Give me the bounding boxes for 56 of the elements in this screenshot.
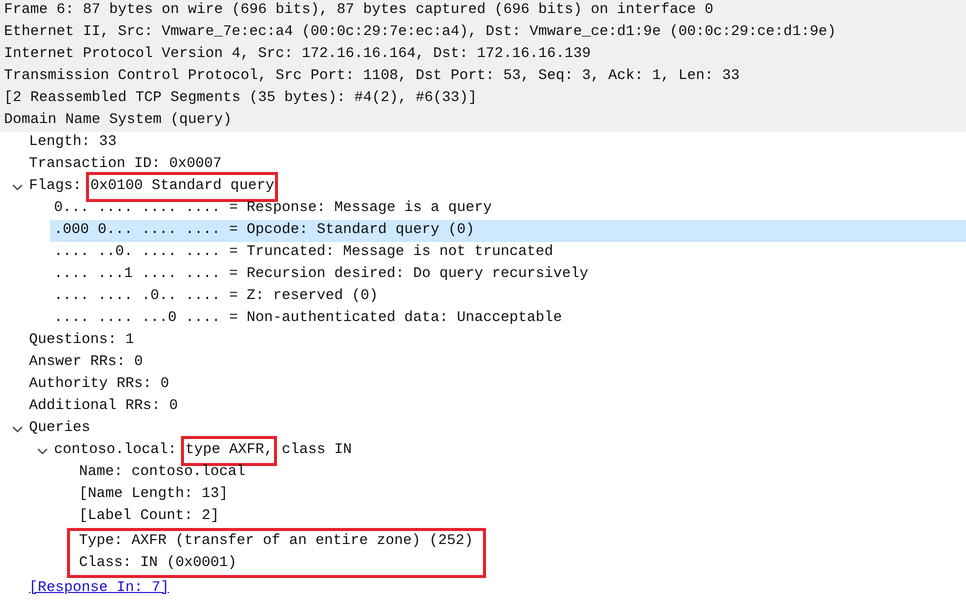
tree-row[interactable]: .... .... .0.. .... = Z: reserved (0) xyxy=(50,286,966,308)
field-text: Internet Protocol Version 4, Src: 172.16.16.164, Dst: 172.16.16.139 xyxy=(4,45,591,64)
tree-row[interactable]: Transaction ID: 0x0007 xyxy=(25,154,966,176)
field-text: .... .... .0.. .... = Z: reserved (0) xyxy=(54,287,378,306)
tree-row[interactable]: Authority RRs: 0 xyxy=(25,374,966,396)
tree-row[interactable]: .000 0... .... .... = Opcode: Standard query (0) xyxy=(50,220,966,242)
field-text: Frame 6: 87 bytes on wire (696 bits), 87 bytes captured (696 bits) on interface 0 xyxy=(4,1,714,20)
tree-row[interactable]: .... .... ...0 .... = Non-authenticated data: Unacceptable xyxy=(50,308,966,330)
chevron-down-icon[interactable] xyxy=(37,446,48,456)
field-text: Queries xyxy=(29,419,90,438)
tree-header-row[interactable]: Domain Name System (query) xyxy=(0,110,966,132)
field-text: Name: contoso.local xyxy=(79,463,246,482)
field-text: 0... .... .... .... = Response: Message is a query xyxy=(54,199,492,218)
tree-row[interactable]: [Label Count: 2] xyxy=(75,506,966,528)
field-text: Transmission Control Protocol, Src Port: 1108, Dst Port: 53, Seq: 3, Ack: 1, Len: 33 xyxy=(4,67,740,86)
field-text: Answer RRs: 0 xyxy=(29,353,143,372)
tree-row[interactable]: Queries xyxy=(8,418,966,440)
field-text: Ethernet II, Src: Vmware_7e:ec:a4 (00:0c:29:7e:ec:a4), Dst: Vmware_ce:d1:9e (00:0c:29:ce:d1:9e) xyxy=(4,23,836,42)
tree-row[interactable]: .... ..0. .... .... = Truncated: Message is not truncated xyxy=(50,242,966,264)
tree-row[interactable]: contoso.local: type AXFR, class IN xyxy=(33,440,966,462)
field-text: [Label Count: 2] xyxy=(79,507,220,526)
tree-header-row[interactable]: [2 Reassembled TCP Segments (35 bytes): #4(2), #6(33)] xyxy=(0,88,966,110)
field-text: Length: 33 xyxy=(29,133,117,152)
tree-row[interactable]: Length: 33 xyxy=(25,132,966,154)
field-text: Authority RRs: 0 xyxy=(29,375,170,394)
field-text: .000 0... .... .... = Opcode: Standard query (0) xyxy=(54,221,474,240)
tree-row[interactable]: .... ...1 .... .... = Recursion desired: Do query recursively xyxy=(50,264,966,286)
field-text: [Name Length: 13] xyxy=(79,485,228,504)
tree-row[interactable]: 0... .... .... .... = Response: Message is a query xyxy=(50,198,966,220)
field-text: Transaction ID: 0x0007 xyxy=(29,155,222,174)
tree-header-row[interactable]: Frame 6: 87 bytes on wire (696 bits), 87 bytes captured (696 bits) on interface 0 xyxy=(0,0,966,22)
tree-row[interactable]: Name: contoso.local xyxy=(75,462,966,484)
response-link[interactable]: [Response In: 7] xyxy=(29,578,170,600)
field-text: .... ..0. .... .... = Truncated: Message is not truncated xyxy=(54,243,554,262)
field-text: Class: IN (0x0001) xyxy=(79,554,237,574)
tree-row[interactable]: Answer RRs: 0 xyxy=(25,352,966,374)
field-text: Questions: 1 xyxy=(29,331,134,350)
field-text: .... ...1 .... .... = Recursion desired: Do query recursively xyxy=(54,265,588,284)
chevron-down-icon[interactable] xyxy=(12,182,23,192)
chevron-down-icon[interactable] xyxy=(12,424,23,434)
field-text: [2 Reassembled TCP Segments (35 bytes): #4(2), #6(33)] xyxy=(4,89,477,108)
tree-header-row[interactable]: Ethernet II, Src: Vmware_7e:ec:a4 (00:0c:29:7e:ec:a4), Dst: Vmware_ce:d1:9e (00:0c:29:ce:d1:9e) xyxy=(0,22,966,44)
field-text: Domain Name System (query) xyxy=(4,111,232,130)
tree-row[interactable]: Class: IN (0x0001) xyxy=(70,553,474,575)
tree-row[interactable]: [Name Length: 13] xyxy=(75,484,966,506)
field-text: Additional RRs: 0 xyxy=(29,397,178,416)
tree-header-row[interactable]: Transmission Control Protocol, Src Port: 1108, Dst Port: 53, Seq: 3, Ack: 1, Len: 33 xyxy=(0,66,966,88)
tree-row[interactable]: Additional RRs: 0 xyxy=(25,396,966,418)
field-text: class IN xyxy=(280,441,352,460)
tree-row[interactable]: Flags: 0x0100 Standard query xyxy=(8,176,966,198)
field-text: .... .... ...0 .... = Non-authenticated data: Unacceptable xyxy=(54,309,562,328)
field-text: contoso.local: xyxy=(54,441,178,460)
tree-row[interactable]: [Response In: 7] xyxy=(25,578,966,600)
tree-row[interactable]: Questions: 1 xyxy=(25,330,966,352)
field-text: Flags: xyxy=(29,177,83,196)
tree-header-row[interactable]: Internet Protocol Version 4, Src: 172.16.16.164, Dst: 172.16.16.139 xyxy=(0,44,966,66)
